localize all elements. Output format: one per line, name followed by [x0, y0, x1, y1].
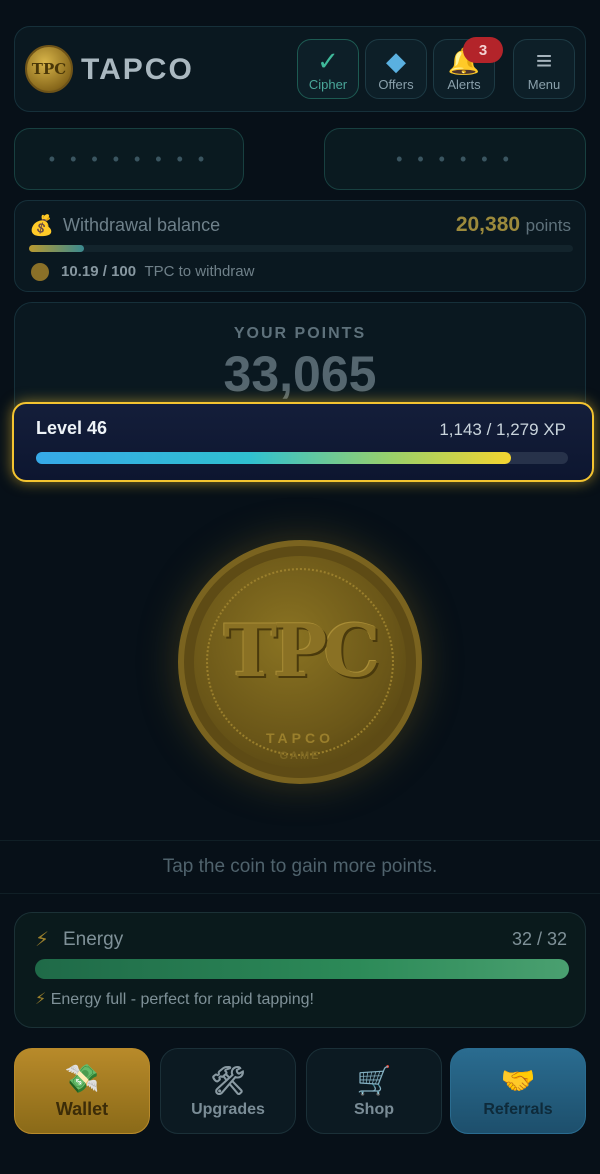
withdrawal-sub-label: TPC to withdraw	[144, 263, 255, 280]
withdrawal-value: 20,380 points	[456, 213, 571, 237]
energy-label: Energy	[63, 929, 124, 950]
cart-icon: 🛒	[356, 1064, 392, 1096]
offers-label: Offers	[378, 77, 414, 92]
withdrawal-amount: 20,380	[455, 213, 521, 236]
withdrawal-subtext: 10.19 / 100 TPC to withdraw	[61, 263, 255, 280]
points-label: YOUR POINTS	[233, 325, 367, 342]
energy-message: ⚡ Energy full - perfect for rapid tappin…	[35, 989, 314, 1009]
tap-coin[interactable]: TPC TAPCO GAME	[178, 540, 422, 784]
menu-button[interactable]: ≡ Menu	[513, 39, 575, 99]
nav-upgrades-label: Upgrades	[191, 1100, 265, 1118]
energy-card: ⚡ Energy 32 / 32 ⚡ Energy full - perfect…	[14, 912, 586, 1028]
menu-label: Menu	[527, 77, 561, 92]
top-header: TPC TAPCO ✓ Cipher ◆ Offers 🔔 Alerts 3 ≡…	[14, 26, 586, 112]
handshake-icon: 🤝	[500, 1064, 536, 1096]
nav-shop-label: Shop	[354, 1100, 394, 1118]
diamond-icon: ◆	[386, 46, 406, 76]
coin-icon	[31, 263, 49, 281]
tap-hint: Tap the coin to gain more points.	[0, 840, 600, 894]
money-bag-icon: 💰	[29, 215, 54, 237]
level-progress-fill	[36, 452, 512, 464]
alerts-label: Alerts	[447, 77, 481, 92]
energy-progress-fill	[35, 959, 569, 979]
withdrawal-card: 💰 Withdrawal balance 20,380 points 10.19…	[14, 200, 586, 292]
level-progress-track	[36, 452, 568, 464]
withdrawal-target: 100	[111, 263, 137, 280]
placeholder-pill-right[interactable]: • • • • • •	[324, 128, 586, 190]
nav-referrals-label: Referrals	[483, 1100, 553, 1118]
energy-value: 32 / 32	[511, 929, 567, 949]
energy-message-text: Energy full - perfect for rapid tapping!	[50, 991, 314, 1008]
points-value: 33,065	[223, 346, 377, 402]
alerts-badge: 3	[463, 37, 503, 63]
cipher-label: Cipher	[308, 77, 348, 92]
coin-brand-text: TAPCO	[266, 730, 334, 746]
nav-wallet-button[interactable]: 💸 Wallet	[14, 1048, 150, 1134]
hamburger-icon: ≡	[535, 45, 553, 76]
lightning-icon: ⚡	[35, 991, 47, 1008]
tapco-logo: TPC	[25, 45, 73, 93]
wallet-icon: 💸	[64, 1063, 100, 1094]
tools-icon: 🛠	[210, 1064, 246, 1096]
withdrawal-progress-fill	[29, 245, 85, 252]
withdrawal-unit: points	[525, 216, 571, 235]
nav-shop-button[interactable]: 🛒 Shop	[306, 1048, 442, 1134]
withdrawal-progress-track	[29, 245, 573, 252]
cipher-button[interactable]: ✓ Cipher	[297, 39, 359, 99]
coin-game-text: GAME	[279, 750, 321, 762]
nav-upgrades-button[interactable]: 🛠 Upgrades	[160, 1048, 296, 1134]
level-label: Level 46	[36, 418, 108, 438]
level-xp: 1,143 / 1,279 XP	[439, 420, 566, 439]
coin-logo-text: TPC	[223, 608, 380, 693]
check-icon: ✓	[317, 46, 339, 76]
energy-progress-track	[35, 959, 569, 979]
nav-referrals-button[interactable]: 🤝 Referrals	[450, 1048, 586, 1134]
level-progress-card: Level 46 1,143 / 1,279 XP	[12, 402, 594, 482]
withdrawal-current: 10.19	[61, 263, 99, 280]
brand-title: TAPCO	[81, 53, 194, 86]
lightning-icon: ⚡	[35, 929, 50, 951]
offers-button[interactable]: ◆ Offers	[365, 39, 427, 99]
nav-wallet-label: Wallet	[55, 1099, 109, 1119]
placeholder-pill-left[interactable]: • • • • • • • •	[14, 128, 244, 190]
withdrawal-label: Withdrawal balance	[63, 215, 221, 235]
